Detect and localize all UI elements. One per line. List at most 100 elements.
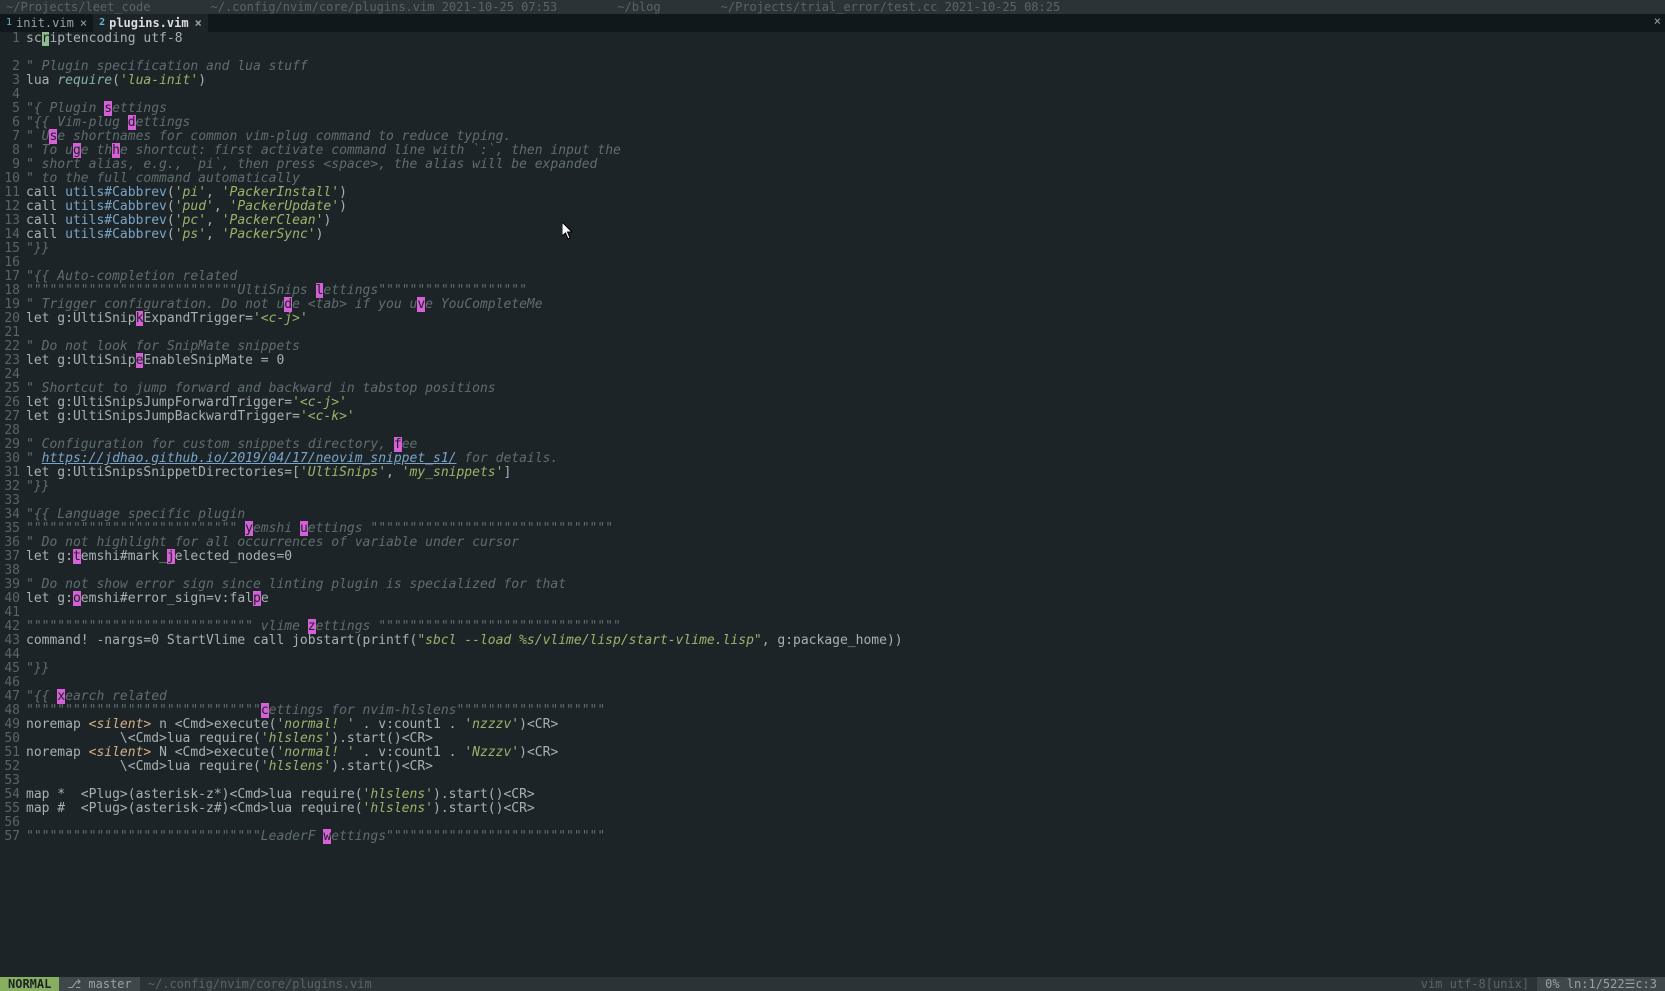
code-line[interactable] xyxy=(26,88,1665,102)
code-line[interactable]: lua require('lua-init') xyxy=(26,74,1665,88)
code-line[interactable]: "}} xyxy=(26,242,1665,256)
code-line[interactable]: map # <Plug>(asterisk-z#)<Cmd>lua requir… xyxy=(26,802,1665,816)
code-line[interactable]: " to the full command automatically xyxy=(26,172,1665,186)
status-branch: ⎇ master xyxy=(59,977,139,991)
code-line[interactable]: let g:UltiSnipkExpandTrigger='<c-j>' xyxy=(26,312,1665,326)
code-line[interactable]: let g:temshi#mark_jelected_nodes=0 xyxy=(26,550,1665,564)
code-line[interactable]: scriptencoding utf-8 xyxy=(26,32,1665,46)
line-number: 5 xyxy=(0,102,26,116)
tmux-seg-1: ~/Projects/leet_code xyxy=(6,0,151,14)
code-line[interactable]: " https://jdhao.github.io/2019/04/17/neo… xyxy=(26,452,1665,466)
code-line[interactable] xyxy=(26,494,1665,508)
code-line[interactable]: call utils#Cabbrev('pud', 'PackerUpdate'… xyxy=(26,200,1665,214)
code-line[interactable]: " To uge thhe shortcut: first activate c… xyxy=(26,144,1665,158)
code-line[interactable]: noremap <silent> N <Cmd>execute('normal!… xyxy=(26,746,1665,760)
code-line[interactable]: " short alias, e.g., `pi`, then press <s… xyxy=(26,158,1665,172)
tab-plugins-vim[interactable]: 2 plugins.vim × xyxy=(93,14,208,32)
code-line[interactable]: \<Cmd>lua require('hlslens').start()<CR> xyxy=(26,732,1665,746)
code-line[interactable]: "{{ Vim-plug dettings xyxy=(26,116,1665,130)
line-number: 21 xyxy=(0,326,26,340)
code-line[interactable]: """"""""""""""""""""""""""""" vlime zett… xyxy=(26,620,1665,634)
code-line[interactable]: """"""""""""""""""""""""""" yemshi uetti… xyxy=(26,522,1665,536)
code-line[interactable]: \<Cmd>lua require('hlslens').start()<CR> xyxy=(26,760,1665,774)
code-line[interactable]: let g:UltiSnipeEnableSnipMate = 0 xyxy=(26,354,1665,368)
status-right: vim utf-8[unix] 0% ln:1/522☰c:3 xyxy=(1413,977,1665,991)
code-line[interactable] xyxy=(26,676,1665,690)
code-line[interactable]: command! -nargs=0 StartVlime call jobsta… xyxy=(26,634,1665,648)
tab-init-vim[interactable]: 1 init.vim × xyxy=(0,14,93,32)
code-line[interactable]: call utils#Cabbrev('pc', 'PackerClean') xyxy=(26,214,1665,228)
code-line[interactable] xyxy=(26,816,1665,830)
line-number: 43 xyxy=(0,634,26,648)
line-number: 37 xyxy=(0,550,26,564)
code-line[interactable]: " Shortcut to jump forward and backward … xyxy=(26,382,1665,396)
code-line[interactable] xyxy=(26,648,1665,662)
line-number: 23 xyxy=(0,354,26,368)
line-number: 42 xyxy=(0,620,26,634)
code-line[interactable]: "{{ Language specific plugin xyxy=(26,508,1665,522)
code-line[interactable]: "}} xyxy=(26,662,1665,676)
status-mode: NORMAL xyxy=(0,977,59,991)
code-line[interactable]: let g:UltiSnipsJumpBackwardTrigger='<c-k… xyxy=(26,410,1665,424)
close-icon[interactable]: × xyxy=(195,16,202,30)
tmux-seg-3: ~/blog xyxy=(617,0,660,14)
line-number: 29 xyxy=(0,438,26,452)
line-number: 40 xyxy=(0,592,26,606)
code-line[interactable] xyxy=(26,774,1665,788)
code-line[interactable]: let g:UltiSnipsSnippetDirectories=['Ulti… xyxy=(26,466,1665,480)
code-line[interactable]: " Do not show error sign since linting p… xyxy=(26,578,1665,592)
code-line[interactable]: "{ Plugin settings xyxy=(26,102,1665,116)
line-number: 53 xyxy=(0,774,26,788)
tmux-seg-4: ~/Projects/trial_error/test.cc 2021-10-2… xyxy=(721,0,1061,14)
code-line[interactable]: " Do not look for SnipMate snippets xyxy=(26,340,1665,354)
code-line[interactable]: " Use shortnames for common vim-plug com… xyxy=(26,130,1665,144)
code-line[interactable] xyxy=(26,46,1665,60)
code-line[interactable]: let g:UltiSnipsJumpForwardTrigger='<c-j>… xyxy=(26,396,1665,410)
line-number: 38 xyxy=(0,564,26,578)
code-line[interactable] xyxy=(26,368,1665,382)
line-number: 52 xyxy=(0,760,26,774)
code-line[interactable]: """""""""""""""""""""""""""UltiSnips let… xyxy=(26,284,1665,298)
close-icon[interactable]: × xyxy=(80,16,87,30)
code-line[interactable]: " Configuration for custom snippets dire… xyxy=(26,438,1665,452)
line-number: 35 xyxy=(0,522,26,536)
line-number: 8 xyxy=(0,144,26,158)
code-line[interactable]: "{{ Auto-completion related xyxy=(26,270,1665,284)
code-line[interactable] xyxy=(26,564,1665,578)
editor-pane[interactable]: 1scriptencoding utf-8 2" Plugin specific… xyxy=(0,32,1665,844)
code-line[interactable]: noremap <silent> n <Cmd>execute('normal!… xyxy=(26,718,1665,732)
line-number: 55 xyxy=(0,802,26,816)
line-number: 25 xyxy=(0,382,26,396)
status-fileformat: vim utf-8[unix] xyxy=(1413,977,1537,991)
code-line[interactable]: "{{ xearch related xyxy=(26,690,1665,704)
code-line[interactable] xyxy=(26,424,1665,438)
line-number: 56 xyxy=(0,816,26,830)
code-line[interactable]: map * <Plug>(asterisk-z*)<Cmd>lua requir… xyxy=(26,788,1665,802)
code-line[interactable] xyxy=(26,326,1665,340)
tab-bar: 1 init.vim × 2 plugins.vim × × xyxy=(0,14,1665,32)
line-number: 33 xyxy=(0,494,26,508)
status-path: ~/.config/nvim/core/plugins.vim xyxy=(140,977,380,991)
tab-label: plugins.vim xyxy=(109,16,188,30)
code-line[interactable]: let g:oemshi#error_sign=v:falpe xyxy=(26,592,1665,606)
tab-number: 2 xyxy=(99,16,105,30)
code-line[interactable]: " Plugin specification and lua stuff xyxy=(26,60,1665,74)
code-line[interactable]: """"""""""""""""""""""""""""""cettings f… xyxy=(26,704,1665,718)
code-line[interactable]: " Do not highlight for all occurrences o… xyxy=(26,536,1665,550)
code-line[interactable] xyxy=(26,256,1665,270)
code-line[interactable]: call utils#Cabbrev('pi', 'PackerInstall'… xyxy=(26,186,1665,200)
line-number: 6 xyxy=(0,116,26,130)
code-line[interactable]: "}} xyxy=(26,480,1665,494)
line-number: 15 xyxy=(0,242,26,256)
code-line[interactable]: call utils#Cabbrev('ps', 'PackerSync') xyxy=(26,228,1665,242)
tabline-close-icon[interactable]: × xyxy=(1654,14,1661,28)
line-number: 31 xyxy=(0,466,26,480)
line-number: 4 xyxy=(0,88,26,102)
line-number: 20 xyxy=(0,312,26,326)
line-number: 50 xyxy=(0,732,26,746)
code-line[interactable]: """"""""""""""""""""""""""""""LeaderF we… xyxy=(26,830,1665,844)
line-number: 12 xyxy=(0,200,26,214)
line-number: 22 xyxy=(0,340,26,354)
code-line[interactable] xyxy=(26,606,1665,620)
code-line[interactable]: " Trigger configuration. Do not ude <tab… xyxy=(26,298,1665,312)
